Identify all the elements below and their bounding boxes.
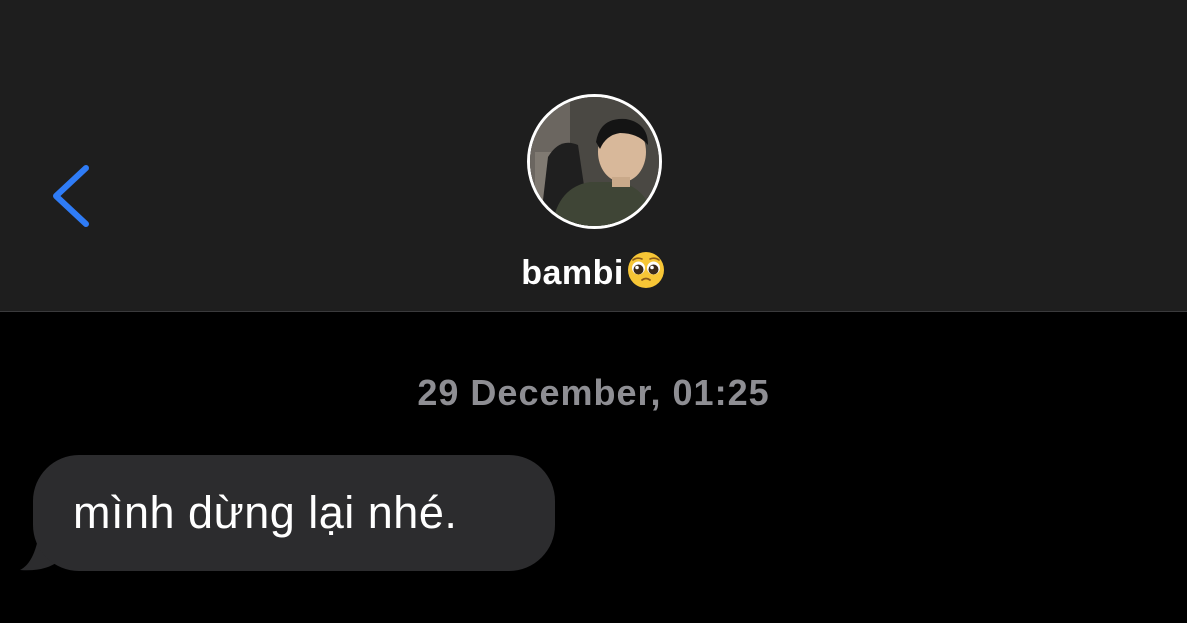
contact-photo bbox=[530, 97, 659, 226]
chevron-left-icon bbox=[53, 165, 89, 227]
back-button[interactable] bbox=[40, 156, 100, 236]
conversation-header: bambi bbox=[0, 0, 1187, 312]
message-text: mình dừng lại nhé. bbox=[73, 487, 458, 538]
pleading-face-emoji-icon bbox=[626, 250, 666, 299]
messages-screen: bambi 29 December, 01:25 mình dừng lại n… bbox=[0, 0, 1187, 623]
message-timestamp: 29 December, 01:25 bbox=[417, 372, 770, 413]
contact-name-label: bambi bbox=[521, 254, 624, 292]
avatar[interactable] bbox=[527, 94, 662, 229]
contact-name[interactable]: bambi bbox=[0, 250, 1187, 299]
incoming-message-bubble[interactable]: mình dừng lại nhé. bbox=[33, 455, 555, 571]
